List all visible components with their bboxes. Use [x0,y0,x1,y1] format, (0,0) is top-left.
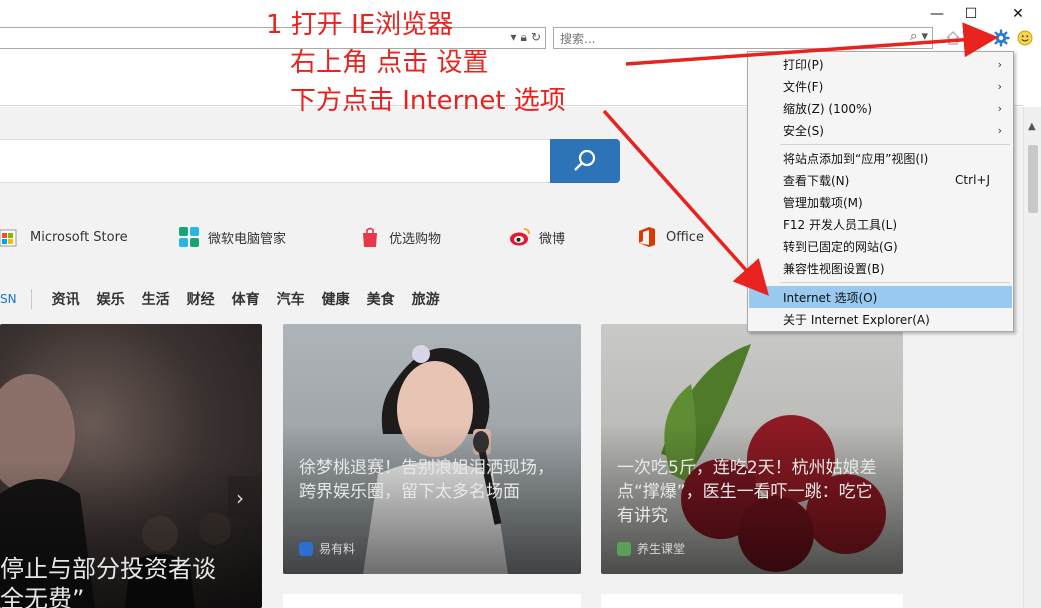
menu-item-label: 文件(F) [783,79,824,94]
nav-divider [30,289,32,309]
scroll-thumb[interactable] [1028,145,1038,213]
submenu-arrow-icon: › [997,123,1002,137]
menu-item-add-to-apps[interactable]: 将站点添加到“应用”视图(I) [749,147,1012,169]
menu-item-label: Internet 选项(O) [783,290,878,305]
source-label: 养生课堂 [637,542,686,556]
menu-item-file[interactable]: 文件(F) › [749,75,1012,97]
nav-category[interactable]: 财经 [187,289,215,309]
smiley-icon[interactable] [1015,28,1035,48]
quick-link-store[interactable]: Microsoft Store [0,223,128,251]
store-icon [0,229,17,247]
menu-item-manage-addons[interactable]: 管理加载项(M) [749,191,1012,213]
card-title: 一次吃5斤，连吃2天！杭州姑娘差点“撑爆”，医生一看吓一跳：吃它有讲究 [617,458,877,526]
menu-item-compat-view[interactable]: 兼容性视图设置(B) [749,257,1012,279]
menu-item-label: 将站点添加到“应用”视图(I) [783,151,929,166]
menu-shortcut: Ctrl+J [955,173,990,187]
menu-item-label: 安全(S) [783,123,824,138]
magnifier-icon [574,149,596,171]
quick-link-pc-manager[interactable]: 微软电脑管家 [178,223,286,251]
card-title: 徐梦桃退赛！告别浪姐泪洒现场，跨界娱乐圈，留下太多名场面 [299,458,554,502]
star-icon[interactable] [965,28,985,48]
browser-window: — ☐ ✕ ▾ 🔒︎ ↻ ⌕ ▾ [0,0,1041,608]
annotation-line: 右上角 点击 设置 [290,48,489,78]
menu-item-label: 查看下载(N) [783,173,850,188]
menu-item-safety[interactable]: 安全(S) › [749,119,1012,141]
menu-item-label: 打印(P) [783,57,824,72]
source-logo-icon [617,541,631,556]
nav-category[interactable]: 健康 [322,289,350,309]
search-input[interactable] [560,31,880,46]
menu-item-view-downloads[interactable]: 查看下载(N) Ctrl+J [749,169,1012,191]
quick-link-label: 微软电脑管家 [208,231,287,247]
submenu-arrow-icon: › [997,101,1002,115]
menu-item-zoom[interactable]: 缩放(Z) (100%) › [749,97,1012,119]
next-card-edge [283,594,581,608]
next-arrow-icon[interactable]: › [236,486,244,510]
nav-category[interactable]: 美食 [367,289,395,309]
menu-item-dev-tools[interactable]: F12 开发人员工具(L) [749,213,1012,235]
quick-link-shopping[interactable]: 优选购物 [359,223,441,251]
source-label: 易有料 [319,542,356,556]
close-button[interactable]: ✕ [1003,2,1033,26]
home-icon[interactable] [943,28,963,48]
search-box[interactable]: ⌕ ▾ [553,27,933,49]
tutorial-annotation: 1 打开 IE浏览器 右上角 点击 设置 下方点击 Internet 选项 [266,6,606,120]
submenu-arrow-icon: › [997,57,1002,71]
minimize-button[interactable]: — [922,2,952,26]
menu-item-internet-options[interactable]: Internet 选项(O) [749,286,1012,308]
news-card[interactable]: 徐梦桃退赛！告别浪姐泪洒现场，跨界娱乐圈，留下太多名场面 易有料 [283,324,581,574]
menu-separator [780,282,1010,283]
maximize-button[interactable]: ☐ [956,2,986,26]
bing-search-button[interactable] [550,139,620,183]
submenu-arrow-icon: › [997,79,1002,93]
pc-manager-icon [179,227,199,247]
news-card-hero[interactable]: › 停止与部分投资者谈 全无费” [0,324,262,608]
quick-link-label: Microsoft Store [30,229,128,245]
menu-item-label: F12 开发人员工具(L) [783,217,898,232]
magnifier-icon[interactable]: ⌕ ▾ [910,29,928,44]
next-card-edge [601,594,903,608]
menu-item-label: 缩放(Z) (100%) [783,101,873,116]
nav-category[interactable]: 旅游 [412,289,440,309]
weibo-icon [510,228,530,246]
card-title: 停止与部分投资者谈 全无费” [0,555,216,608]
tools-menu: 打印(P) › 文件(F) › 缩放(Z) (100%) › 安全(S) › 将… [747,51,1014,332]
quick-link-label: Office [666,229,704,245]
menu-separator [780,144,1010,145]
annotation-line: 下方点击 Internet 选项 [290,86,566,116]
menu-item-label: 关于 Internet Explorer(A) [783,312,930,327]
quick-link-label: 优选购物 [389,231,442,247]
news-card[interactable]: 一次吃5斤，连吃2天！杭州姑娘差点“撑爆”，医生一看吓一跳：吃它有讲究 养生课堂 [601,324,903,574]
vertical-scrollbar[interactable]: ▲ [1023,107,1041,608]
card-source: 养生课堂 [617,540,685,557]
nav-category[interactable]: 资讯 [52,289,80,309]
menu-item-pinned-sites[interactable]: 转到已固定的网站(G) [749,235,1012,257]
news-category-nav: SN 资讯 娱乐 生活 财经 体育 汽车 健康 美食 旅游 [0,285,457,313]
nav-category[interactable]: 生活 [142,289,170,309]
shopping-bag-icon [363,227,377,247]
nav-category[interactable]: 娱乐 [97,289,125,309]
menu-item-label: 管理加载项(M) [783,195,863,210]
bing-search-input[interactable] [0,139,552,183]
office-icon [639,227,655,247]
nav-category[interactable]: 体育 [232,289,260,309]
msn-link[interactable]: SN [0,292,17,306]
source-logo-icon [299,541,313,556]
quick-link-label: 微博 [539,231,566,247]
menu-item-label: 转到已固定的网站(G) [783,239,898,254]
card-source: 易有料 [299,540,355,557]
quick-link-office[interactable]: Office [636,223,704,251]
nav-category[interactable]: 汽车 [277,289,305,309]
quick-link-weibo[interactable]: 微博 [509,223,565,251]
scroll-up-icon[interactable]: ▲ [1028,121,1036,132]
gear-icon[interactable] [991,28,1011,48]
menu-item-label: 兼容性视图设置(B) [783,261,885,276]
annotation-line: 1 打开 IE浏览器 [266,10,454,40]
menu-item-print[interactable]: 打印(P) › [749,53,1012,75]
menu-item-about-ie[interactable]: 关于 Internet Explorer(A) [749,308,1012,330]
